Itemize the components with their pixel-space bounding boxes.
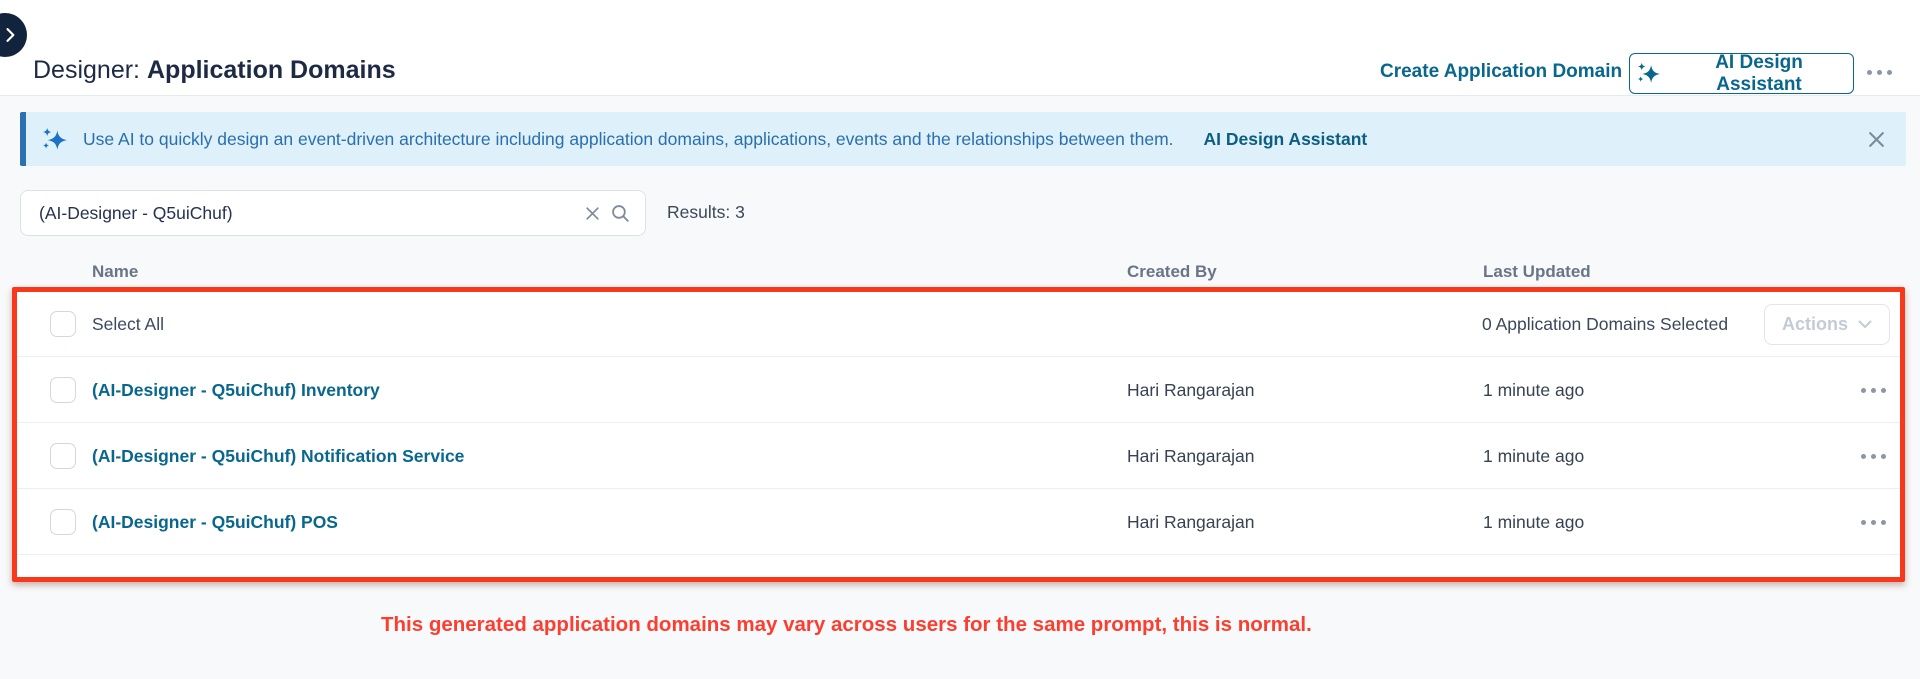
chevron-right-icon	[0, 25, 20, 45]
annotation-note: This generated application domains may v…	[381, 613, 1312, 637]
close-icon	[584, 205, 601, 222]
column-header-name[interactable]: Name	[92, 262, 138, 282]
search-box	[20, 190, 646, 236]
page-title: Designer:Application Domains	[33, 56, 396, 85]
row-checkbox[interactable]	[50, 443, 76, 469]
actions-label: Actions	[1782, 314, 1848, 335]
chevron-down-icon	[1858, 320, 1872, 329]
header-more-options-button[interactable]	[1867, 70, 1892, 75]
domain-name-link[interactable]: (AI-Designer - Q5uiChuf) POS	[92, 489, 338, 555]
banner-close-button[interactable]	[1867, 130, 1886, 149]
select-all-row: Select All 0 Application Domains Selecte…	[16, 291, 1904, 357]
select-all-checkbox[interactable]	[50, 311, 76, 337]
selected-summary: 0 Application Domains Selected	[1482, 291, 1728, 357]
table-row: (AI-Designer - Q5uiChuf) Inventory Hari …	[16, 357, 1904, 423]
sparkles-icon	[41, 126, 68, 153]
select-all-label: Select All	[92, 291, 164, 357]
search-submit-button[interactable]	[610, 203, 631, 224]
domain-name-link[interactable]: (AI-Designer - Q5uiChuf) Inventory	[92, 357, 380, 423]
domain-name-link[interactable]: (AI-Designer - Q5uiChuf) Notification Se…	[92, 423, 464, 489]
ai-design-assistant-label: AI Design Assistant	[1671, 52, 1847, 96]
column-header-created-by[interactable]: Created By	[1127, 262, 1217, 282]
search-icon	[610, 203, 631, 224]
search-input[interactable]	[21, 203, 575, 224]
row-more-options-button[interactable]	[1861, 454, 1886, 459]
results-count: Results: 3	[667, 202, 745, 223]
banner-message: Use AI to quickly design an event-driven…	[83, 129, 1174, 150]
ai-info-banner: Use AI to quickly design an event-driven…	[20, 112, 1906, 166]
create-application-domain-link[interactable]: Create Application Domain	[1380, 61, 1622, 83]
sparkles-icon	[1636, 61, 1661, 86]
table-row: (AI-Designer - Q5uiChuf) POS Hari Rangar…	[16, 489, 1904, 555]
ai-design-assistant-button[interactable]: AI Design Assistant	[1629, 53, 1854, 94]
last-updated-cell: 1 minute ago	[1483, 357, 1584, 423]
created-by-cell: Hari Rangarajan	[1127, 489, 1254, 555]
page-title-prefix: Designer:	[33, 56, 140, 84]
banner-ai-design-assistant-link[interactable]: AI Design Assistant	[1204, 129, 1368, 150]
application-domains-page: Designer:Application Domains Create Appl…	[0, 0, 1920, 679]
row-more-options-button[interactable]	[1861, 388, 1886, 393]
row-checkbox[interactable]	[50, 509, 76, 535]
page-title-main: Application Domains	[147, 56, 396, 84]
application-domains-table: Select All 0 Application Domains Selecte…	[16, 291, 1904, 581]
column-header-last-updated[interactable]: Last Updated	[1483, 262, 1591, 282]
clear-search-button[interactable]	[584, 205, 601, 222]
actions-dropdown-button[interactable]: Actions	[1764, 304, 1890, 345]
created-by-cell: Hari Rangarajan	[1127, 423, 1254, 489]
last-updated-cell: 1 minute ago	[1483, 489, 1584, 555]
created-by-cell: Hari Rangarajan	[1127, 357, 1254, 423]
last-updated-cell: 1 minute ago	[1483, 423, 1584, 489]
row-checkbox[interactable]	[50, 377, 76, 403]
table-row: (AI-Designer - Q5uiChuf) Notification Se…	[16, 423, 1904, 489]
close-icon	[1867, 130, 1886, 149]
row-more-options-button[interactable]	[1861, 520, 1886, 525]
